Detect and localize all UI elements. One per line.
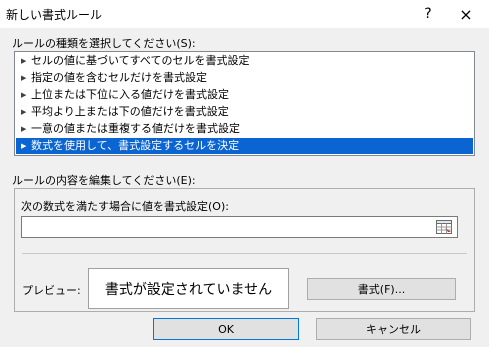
bullet-arrow-icon: ▶ <box>21 142 27 150</box>
ok-button[interactable]: OK <box>153 318 299 340</box>
rule-type-item-label: 平均より上または下の値だけを書式設定 <box>31 105 229 118</box>
new-format-rule-dialog: 新しい書式ルール ? × ルールの種類を選択してください(S): ▶ セルの値に基… <box>0 0 489 347</box>
bullet-arrow-icon: ▶ <box>21 57 27 65</box>
range-select-icon[interactable] <box>433 218 455 236</box>
format-button[interactable]: 書式(F)... <box>307 278 456 300</box>
window-title: 新しい書式ルール <box>6 8 103 22</box>
preview-label: プレビュー: <box>22 284 81 297</box>
rule-type-label: ルールの種類を選択してください(S): <box>12 37 196 50</box>
title-bar: 新しい書式ルール ? × <box>0 0 489 28</box>
close-icon[interactable]: × <box>455 3 477 25</box>
help-icon[interactable]: ? <box>417 3 439 25</box>
rule-type-item-label: 一意の値または重複する値だけを書式設定 <box>31 122 240 135</box>
rule-description-label: ルールの内容を編集してください(E): <box>12 174 196 187</box>
rule-type-item[interactable]: ▶ 上位または下位に入る値だけを書式設定 <box>16 87 473 103</box>
rule-type-item-label: 上位または下位に入る値だけを書式設定 <box>31 88 229 101</box>
divider <box>22 253 467 254</box>
rule-type-item-label: 数式を使用して、書式設定するセルを決定 <box>31 139 240 152</box>
bullet-arrow-icon: ▶ <box>21 125 27 133</box>
rule-type-item-label: セルの値に基づいてすべてのセルを書式設定 <box>31 54 250 67</box>
rule-type-item[interactable]: ▶ 指定の値を含むセルだけを書式設定 <box>16 70 473 86</box>
formula-label: 次の数式を満たす場合に値を書式設定(O): <box>21 200 229 213</box>
rule-type-item-selected[interactable]: ▶ 数式を使用して、書式設定するセルを決定 <box>16 138 473 154</box>
rule-type-item[interactable]: ▶ 一意の値または重複する値だけを書式設定 <box>16 121 473 137</box>
bullet-arrow-icon: ▶ <box>21 74 27 82</box>
bullet-arrow-icon: ▶ <box>21 91 27 99</box>
formula-input[interactable] <box>21 216 458 238</box>
rule-type-item[interactable]: ▶ 平均より上または下の値だけを書式設定 <box>16 104 473 120</box>
bullet-arrow-icon: ▶ <box>21 108 27 116</box>
cancel-button[interactable]: キャンセル <box>316 318 471 340</box>
rule-type-item-label: 指定の値を含むセルだけを書式設定 <box>31 71 207 84</box>
rule-type-list[interactable]: ▶ セルの値に基づいてすべてのセルを書式設定 ▶ 指定の値を含むセルだけを書式設定 … <box>14 51 475 156</box>
preview-box: 書式が設定されていません <box>88 268 289 309</box>
preview-text: 書式が設定されていません <box>104 281 273 298</box>
rule-type-item[interactable]: ▶ セルの値に基づいてすべてのセルを書式設定 <box>16 53 473 69</box>
